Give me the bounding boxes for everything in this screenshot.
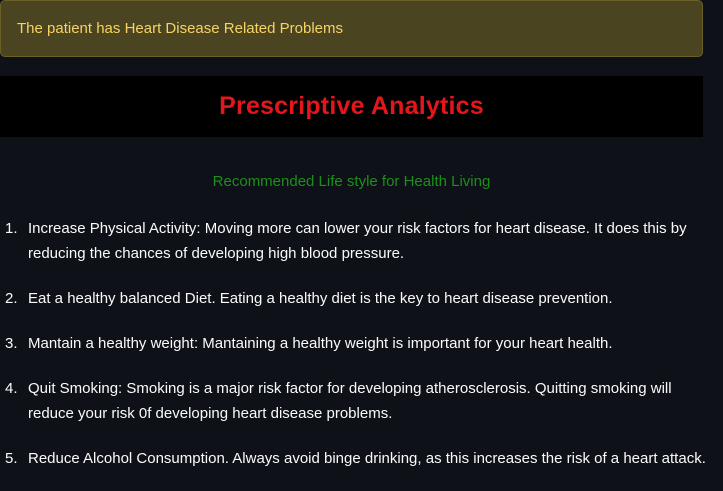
- warning-alert: The patient has Heart Disease Related Pr…: [0, 0, 703, 57]
- list-item-number: 2.: [5, 290, 18, 307]
- recommendations-list: 1. Increase Physical Activity: Moving mo…: [0, 216, 723, 491]
- list-item-text: Mantain a healthy weight: Mantaining a h…: [28, 335, 613, 352]
- list-item-text: Eat a healthy balanced Diet. Eating a he…: [28, 290, 613, 307]
- list-item-number: 1.: [5, 220, 18, 237]
- page-title: Prescriptive Analytics: [219, 92, 484, 120]
- list-item: 2. Eat a healthy balanced Diet. Eating a…: [0, 286, 723, 311]
- list-item: 4. Quit Smoking: Smoking is a major risk…: [0, 376, 723, 426]
- list-item-text: Increase Physical Activity: Moving more …: [28, 220, 687, 262]
- section-subtitle: Recommended Life style for Health Living: [212, 173, 491, 190]
- list-item-text: Reduce Alcohol Consumption. Always avoid…: [28, 450, 706, 467]
- list-item: 5. Reduce Alcohol Consumption. Always av…: [0, 446, 723, 471]
- list-item: 3. Mantain a healthy weight: Mantaining …: [0, 331, 723, 356]
- alert-text: The patient has Heart Disease Related Pr…: [17, 20, 344, 37]
- list-item-text: Quit Smoking: Smoking is a major risk fa…: [28, 380, 672, 422]
- title-banner: Prescriptive Analytics: [0, 76, 703, 137]
- list-item: 1. Increase Physical Activity: Moving mo…: [0, 216, 723, 266]
- list-item-number: 3.: [5, 335, 18, 352]
- list-item-number: 5.: [5, 450, 18, 467]
- list-item-number: 4.: [5, 380, 18, 397]
